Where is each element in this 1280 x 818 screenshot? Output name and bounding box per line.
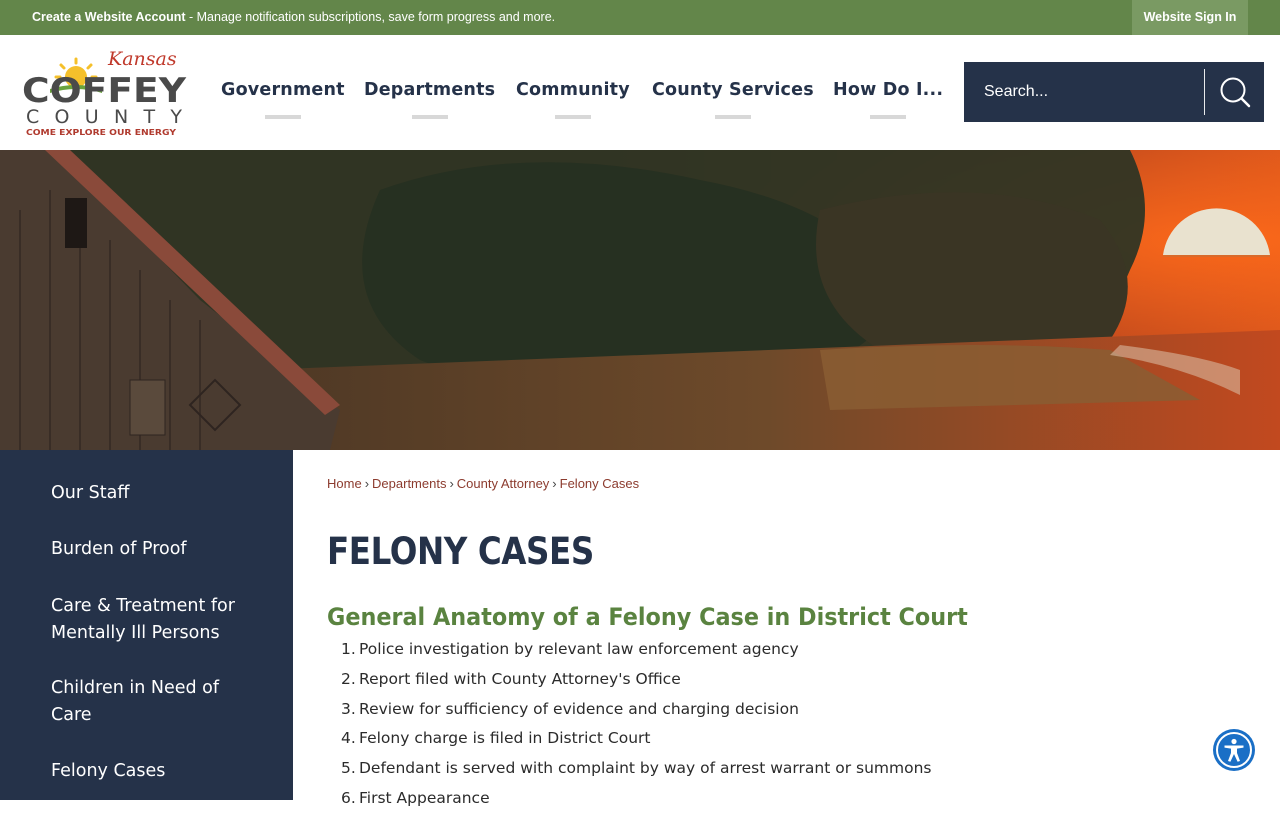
step-text: First Appearance xyxy=(359,788,490,807)
create-account-link[interactable]: Create a Website Account xyxy=(32,10,186,24)
nav-underline xyxy=(554,115,591,119)
step-text: Felony charge is filed in District Court xyxy=(359,729,651,748)
step-text: Defendant is served with complaint by wa… xyxy=(359,759,932,778)
search-box xyxy=(964,62,1264,122)
sidebar-nav: Our Staff Burden of Proof Care & Treatme… xyxy=(0,450,293,800)
account-message: Create a Website Account - Manage notifi… xyxy=(32,10,555,24)
nav-county-services[interactable]: County Services xyxy=(652,80,814,119)
website-signin-button[interactable]: Website Sign In xyxy=(1132,0,1248,35)
step-number: 5. xyxy=(341,759,356,778)
sidebar-item-burden-of-proof[interactable]: Burden of Proof xyxy=(51,536,266,563)
step-number: 3. xyxy=(341,699,356,718)
nav-government[interactable]: Government xyxy=(221,80,345,119)
nav-departments[interactable]: Departments xyxy=(364,80,496,119)
accessibility-button[interactable] xyxy=(1213,729,1255,771)
nav-underline xyxy=(870,115,907,119)
logo-line1-text: COFFEY xyxy=(22,71,186,111)
sidebar-item-care-treatment[interactable]: Care & Treatment for Mentally Ill Person… xyxy=(51,593,251,647)
sunset-barn-photo xyxy=(0,150,1280,450)
sidebar-item-children-in-need[interactable]: Children in Need of Care xyxy=(51,675,241,729)
breadcrumb-current: Felony Cases xyxy=(559,476,640,491)
nav-label: County Services xyxy=(652,80,814,100)
main-content: Home › Departments › County Attorney › Felony … xyxy=(327,450,1247,807)
list-item: 5. Defendant is served with complaint by … xyxy=(341,758,931,788)
page-title: FELONY CASES xyxy=(327,530,594,573)
top-utility-bar: Create a Website Account - Manage notifi… xyxy=(0,0,1280,35)
list-item: 2. Report filed with County Attorney's Of… xyxy=(341,669,931,699)
breadcrumb-separator: › xyxy=(552,476,557,491)
step-number: 2. xyxy=(341,669,356,688)
search-icon xyxy=(1220,77,1251,108)
step-number: 1. xyxy=(341,640,356,658)
step-text: Police investigation by relevant law enf… xyxy=(359,640,799,658)
account-message-text: - Manage notification subscriptions, sav… xyxy=(185,10,556,24)
felony-steps-list: 1. Police investigation by relevant law e… xyxy=(341,639,931,818)
breadcrumb: Home › Departments › County Attorney › Felony … xyxy=(327,476,639,491)
nav-underline xyxy=(714,115,751,119)
list-item: 4. Felony charge is filed in District Cou… xyxy=(341,728,931,758)
list-item: 3. Review for sufficiency of evidence and… xyxy=(341,699,931,729)
breadcrumb-separator: › xyxy=(449,476,454,491)
logo-script-text: Kansas xyxy=(107,48,177,70)
search-button[interactable] xyxy=(1205,62,1264,122)
breadcrumb-county-attorney[interactable]: County Attorney xyxy=(457,476,550,491)
step-number: 4. xyxy=(341,729,356,748)
breadcrumb-separator: › xyxy=(364,476,370,491)
nav-label: Government xyxy=(221,80,345,100)
step-text: Review for sufficiency of evidence and c… xyxy=(359,699,799,718)
logo-tagline-text: COME EXPLORE OUR ENERGY xyxy=(26,128,177,137)
breadcrumb-departments[interactable]: Departments xyxy=(372,476,446,491)
section-heading: General Anatomy of a Felony Case in Dist… xyxy=(327,603,968,631)
sidebar-item-our-staff[interactable]: Our Staff xyxy=(51,480,266,507)
nav-label: Departments xyxy=(364,80,496,100)
nav-label: Community xyxy=(516,80,630,100)
coffey-county-logo[interactable]: Kansas COFFEY COUNTY COME EXPLORE OUR EN… xyxy=(20,45,190,140)
list-item: 6. First Appearance xyxy=(341,788,931,818)
step-number: 6. xyxy=(341,788,356,807)
step-text: Report filed with County Attorney's Offi… xyxy=(359,669,681,688)
nav-community[interactable]: Community xyxy=(516,80,630,119)
nav-underline xyxy=(264,115,301,119)
nav-label: How Do I... xyxy=(833,80,944,100)
nav-underline xyxy=(411,115,448,119)
list-item: 1. Police investigation by relevant law e… xyxy=(341,639,931,669)
accessibility-icon xyxy=(1216,732,1252,768)
hero-banner-image xyxy=(0,150,1280,450)
breadcrumb-home[interactable]: Home xyxy=(327,476,362,491)
nav-how-do-i[interactable]: How Do I... xyxy=(833,80,944,119)
sidebar-item-felony-cases[interactable]: Felony Cases xyxy=(51,758,266,785)
site-header: Kansas COFFEY COUNTY COME EXPLORE OUR EN… xyxy=(0,35,1280,150)
search-input[interactable] xyxy=(964,62,1204,122)
